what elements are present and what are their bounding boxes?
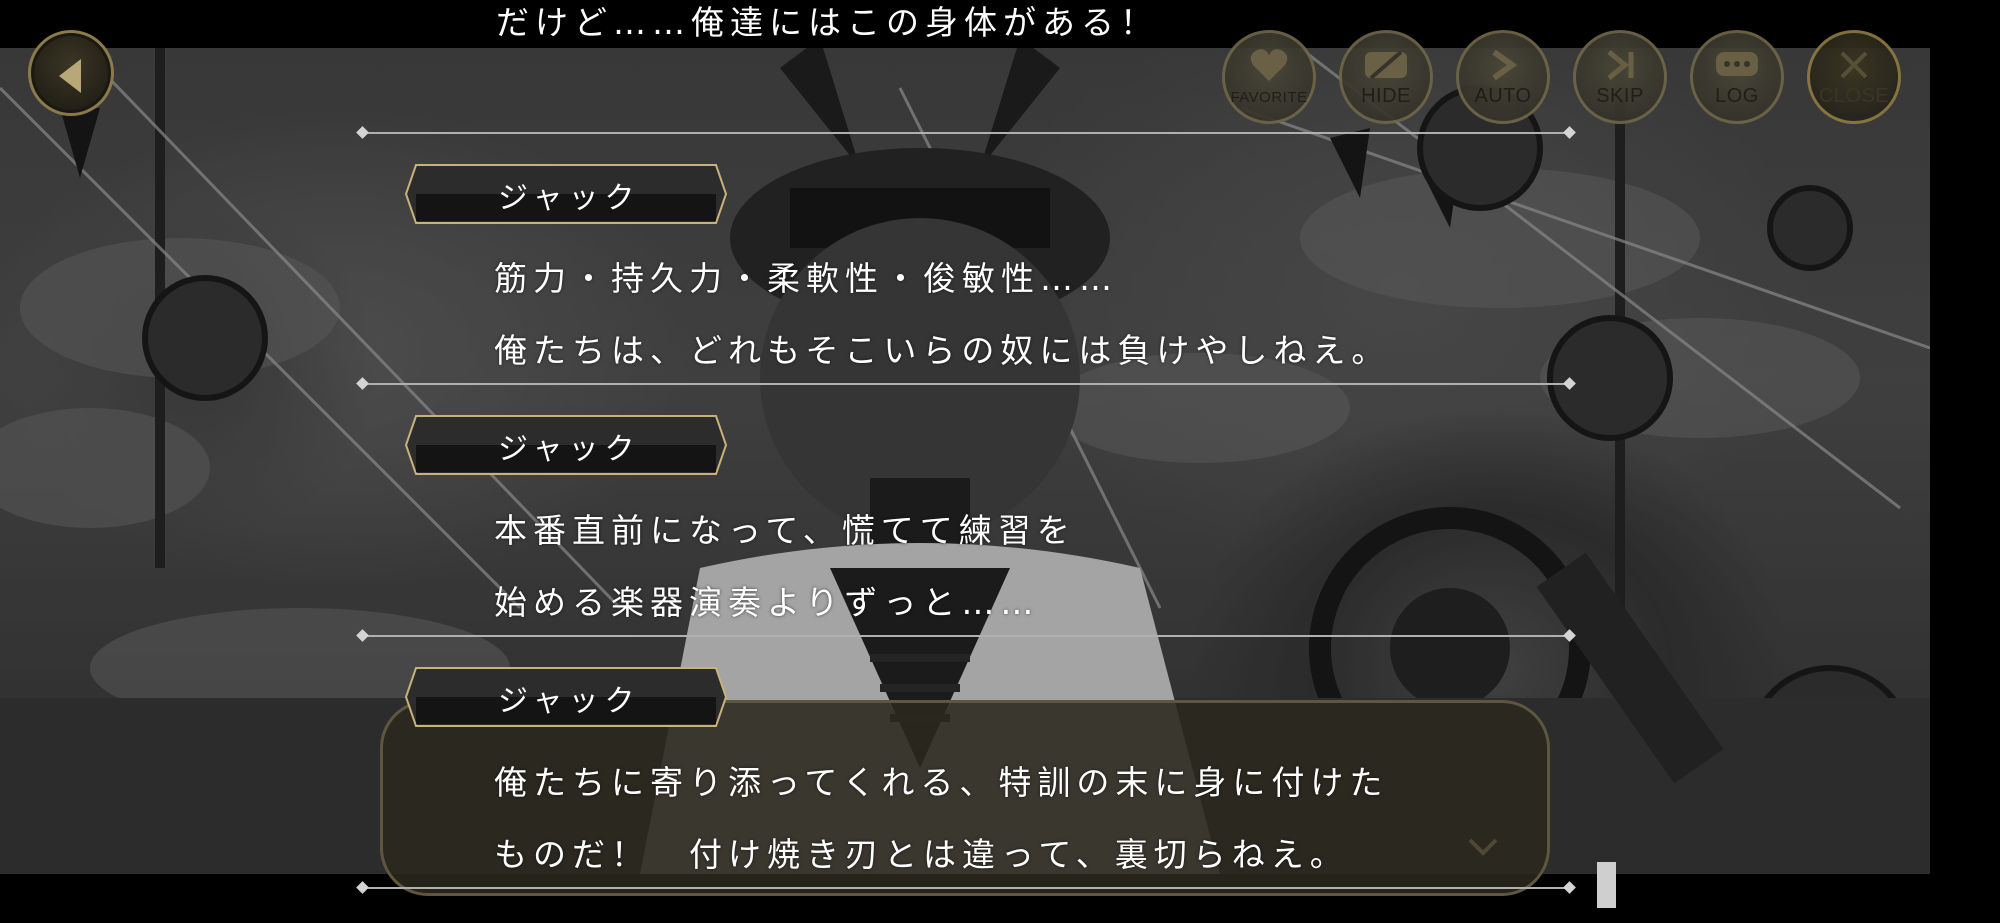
log-line: 俺たちは、どれもそこいらの奴には負けやしねえ。 (494, 331, 1391, 370)
back-arrow-icon (59, 59, 81, 93)
skip-label: SKIP (1596, 85, 1644, 107)
speaker-nameplate: ジャック (404, 163, 728, 225)
favorite-label: FAVORITE (1230, 89, 1308, 106)
log-divider (362, 132, 1570, 134)
play-icon (1459, 45, 1547, 85)
close-icon (1810, 45, 1898, 85)
log-divider (362, 887, 1570, 889)
log-divider (362, 383, 1570, 385)
hide-icon (1342, 45, 1430, 85)
close-label: CLOSE (1818, 85, 1890, 107)
speech-bubble-icon (1693, 45, 1781, 85)
log-line: 筋力・持久力・柔軟性・俊敏性…… (494, 259, 1118, 298)
skip-button[interactable]: SKIP (1573, 30, 1667, 124)
heart-icon (1225, 45, 1313, 85)
log-label: LOG (1715, 85, 1759, 107)
speaker-name: ジャック (498, 432, 641, 467)
speaker-nameplate: ジャック (404, 666, 728, 728)
log-line: 本番直前になって、慌てて練習を (494, 511, 1076, 550)
chevron-down-icon (1468, 838, 1498, 856)
log-partial-line: だけど……俺達にはこの身体がある！ (496, 3, 1159, 42)
right-letterbox (1930, 0, 2000, 923)
log-line: 俺たちに寄り添ってくれる、特訓の末に身に付けた (494, 763, 1389, 802)
close-button[interactable]: CLOSE (1807, 30, 1901, 124)
log-line: 始める楽器演奏よりずっと…… (494, 583, 1040, 622)
auto-button[interactable]: AUTO (1456, 30, 1550, 124)
hide-label: HIDE (1361, 85, 1411, 107)
speaker-nameplate: ジャック (404, 414, 728, 476)
auto-label: AUTO (1474, 85, 1532, 107)
skip-icon (1576, 45, 1664, 85)
back-button[interactable] (28, 30, 114, 116)
log-button[interactable]: LOG (1690, 30, 1784, 124)
log-scrollbar-thumb[interactable] (1597, 862, 1616, 908)
speaker-name: ジャック (498, 684, 641, 719)
hide-button[interactable]: HIDE (1339, 30, 1433, 124)
favorite-button[interactable]: FAVORITE (1222, 30, 1316, 124)
log-line: ものだ！ 付け焼き刃とは違って、裏切らねえ。 (494, 835, 1349, 874)
speaker-name: ジャック (498, 181, 641, 216)
log-divider (362, 635, 1570, 637)
